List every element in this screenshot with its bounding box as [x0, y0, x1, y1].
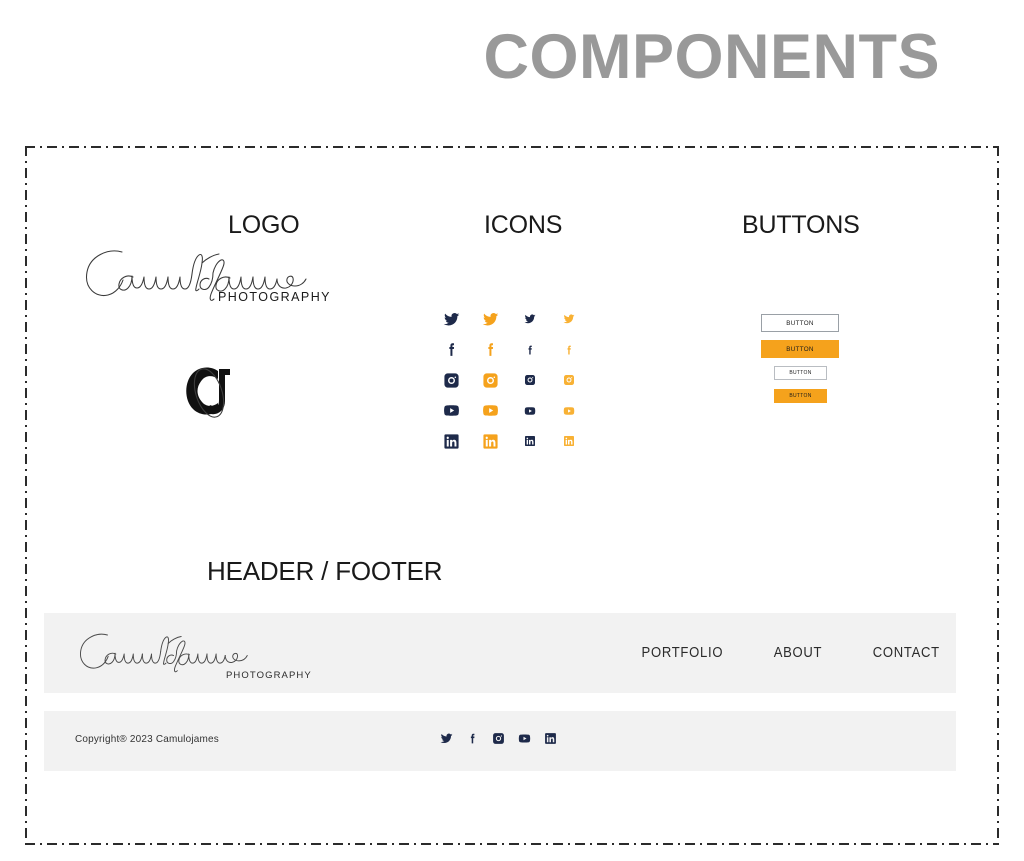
youtube-icon[interactable]: [471, 402, 510, 419]
icon-row-linkedin: [432, 426, 588, 457]
footer-copyright: Copyright® 2023 Camulojames: [75, 733, 219, 745]
twitter-icon[interactable]: [440, 732, 453, 750]
section-label-buttons: BUTTONS: [742, 211, 860, 239]
button-outline-large[interactable]: BUTTON: [761, 314, 839, 332]
section-label-logo: LOGO: [228, 211, 300, 239]
linkedin-icon[interactable]: [510, 435, 549, 447]
site-header: PHOTOGRAPHY PORTFOLIO ABOUT CONTACT: [44, 613, 956, 693]
linkedin-icon[interactable]: [549, 435, 588, 447]
header-nav: PORTFOLIO ABOUT CONTACT: [637, 613, 944, 693]
frame-border-left: [25, 146, 27, 845]
frame-border-top: [25, 146, 999, 148]
instagram-icon[interactable]: [432, 372, 471, 389]
facebook-icon[interactable]: [549, 344, 588, 356]
icon-row-twitter: [432, 304, 588, 335]
frame-border-bottom: [25, 843, 999, 845]
facebook-icon[interactable]: [471, 341, 510, 358]
icon-row-youtube: [432, 396, 588, 427]
youtube-icon[interactable]: [432, 402, 471, 419]
linkedin-icon[interactable]: [544, 732, 557, 750]
instagram-icon[interactable]: [471, 372, 510, 389]
nav-item-contact[interactable]: CONTACT: [873, 645, 940, 661]
buttons-stack: BUTTON BUTTON BUTTON BUTTON: [761, 314, 881, 412]
facebook-icon[interactable]: [510, 344, 549, 356]
facebook-icon[interactable]: [432, 341, 471, 358]
instagram-icon[interactable]: [510, 374, 549, 386]
section-label-header-footer: HEADER / FOOTER: [207, 556, 443, 586]
youtube-icon[interactable]: [549, 405, 588, 417]
icon-row-facebook: [432, 335, 588, 366]
frame-border-right: [997, 146, 999, 845]
twitter-icon[interactable]: [510, 313, 549, 325]
instagram-icon[interactable]: [549, 374, 588, 386]
facebook-icon[interactable]: [466, 732, 479, 750]
button-outline-small[interactable]: BUTTON: [774, 366, 827, 380]
twitter-icon[interactable]: [471, 311, 510, 328]
header-logo-tagline: PHOTOGRAPHY: [226, 670, 312, 681]
page-title: COMPONENTS: [483, 22, 940, 92]
linkedin-icon[interactable]: [471, 433, 510, 450]
logo-monogram-cj: [178, 360, 238, 426]
site-footer: Copyright® 2023 Camulojames: [44, 711, 956, 771]
button-solid-small[interactable]: BUTTON: [774, 389, 827, 403]
footer-social-links: [440, 732, 557, 750]
button-solid-large[interactable]: BUTTON: [761, 340, 839, 358]
instagram-icon[interactable]: [492, 732, 505, 750]
icon-row-instagram: [432, 365, 588, 396]
icons-grid: [432, 304, 588, 457]
section-label-icons: ICONS: [484, 211, 563, 239]
youtube-icon[interactable]: [518, 732, 531, 750]
nav-item-portfolio[interactable]: PORTFOLIO: [641, 645, 723, 661]
twitter-icon[interactable]: [432, 311, 471, 328]
youtube-icon[interactable]: [510, 405, 549, 417]
twitter-icon[interactable]: [549, 313, 588, 325]
logo-tagline: PHOTOGRAPHY: [218, 290, 331, 304]
linkedin-icon[interactable]: [432, 433, 471, 450]
nav-item-about[interactable]: ABOUT: [774, 645, 823, 661]
